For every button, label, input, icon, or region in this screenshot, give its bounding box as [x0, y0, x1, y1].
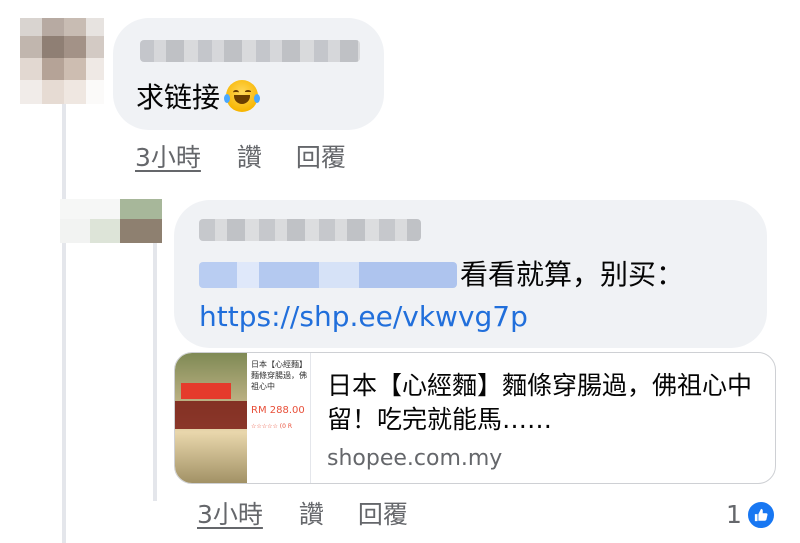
comment-body: 看看就算，别买：: [460, 258, 685, 291]
like-button[interactable]: 讚: [299, 500, 324, 530]
link-preview-title: 日本【心經麵】麵條穿腸過，佛祖心中留！吃完就能馬……: [327, 371, 753, 434]
thread-line: [153, 241, 157, 501]
comment-body: 求链接: [136, 81, 221, 114]
link-preview-card[interactable]: 日本【心經麵】麵條穿腸過，佛祖心中 RM 288.00 ☆☆☆☆☆ (0 R 日…: [174, 352, 776, 484]
reaction-summary[interactable]: 1: [726, 500, 776, 530]
like-icon: [745, 500, 776, 530]
thumbnail-price: RM 288.00: [251, 405, 305, 416]
tears-of-joy-emoji-icon: [224, 80, 261, 112]
thumbnail-banner: [175, 401, 247, 429]
reply-button[interactable]: 回覆: [296, 143, 346, 173]
avatar[interactable]: [60, 199, 162, 243]
comment-text: 求链接: [136, 80, 261, 115]
comment-actions: 3小時 讚 回覆: [135, 143, 380, 173]
reply-button[interactable]: 回覆: [358, 500, 408, 530]
like-button[interactable]: 讚: [237, 143, 262, 173]
thumbnail-title: 日本【心經麵】麵條穿腸過，佛祖心中: [251, 360, 307, 391]
link-preview-domain: shopee.com.my: [327, 446, 503, 471]
thumbnail-badge: [181, 383, 231, 399]
commenter-name[interactable]: [140, 40, 360, 62]
thread-line: [62, 104, 66, 543]
timestamp-link[interactable]: 3小時: [135, 143, 201, 173]
commenter-name[interactable]: [199, 219, 421, 241]
comment-actions: 3小時 讚 回覆: [197, 500, 442, 530]
reaction-count: 1: [726, 500, 742, 529]
avatar[interactable]: [20, 18, 104, 104]
thumbnail-rating: ☆☆☆☆☆ (0 R: [251, 423, 293, 430]
mention-tag[interactable]: [199, 262, 457, 288]
link-preview-thumbnail: 日本【心經麵】麵條穿腸過，佛祖心中 RM 288.00 ☆☆☆☆☆ (0 R: [175, 353, 311, 483]
timestamp-link[interactable]: 3小時: [197, 500, 263, 530]
comment-link[interactable]: https://shp.ee/vkwvg7p: [199, 300, 528, 334]
